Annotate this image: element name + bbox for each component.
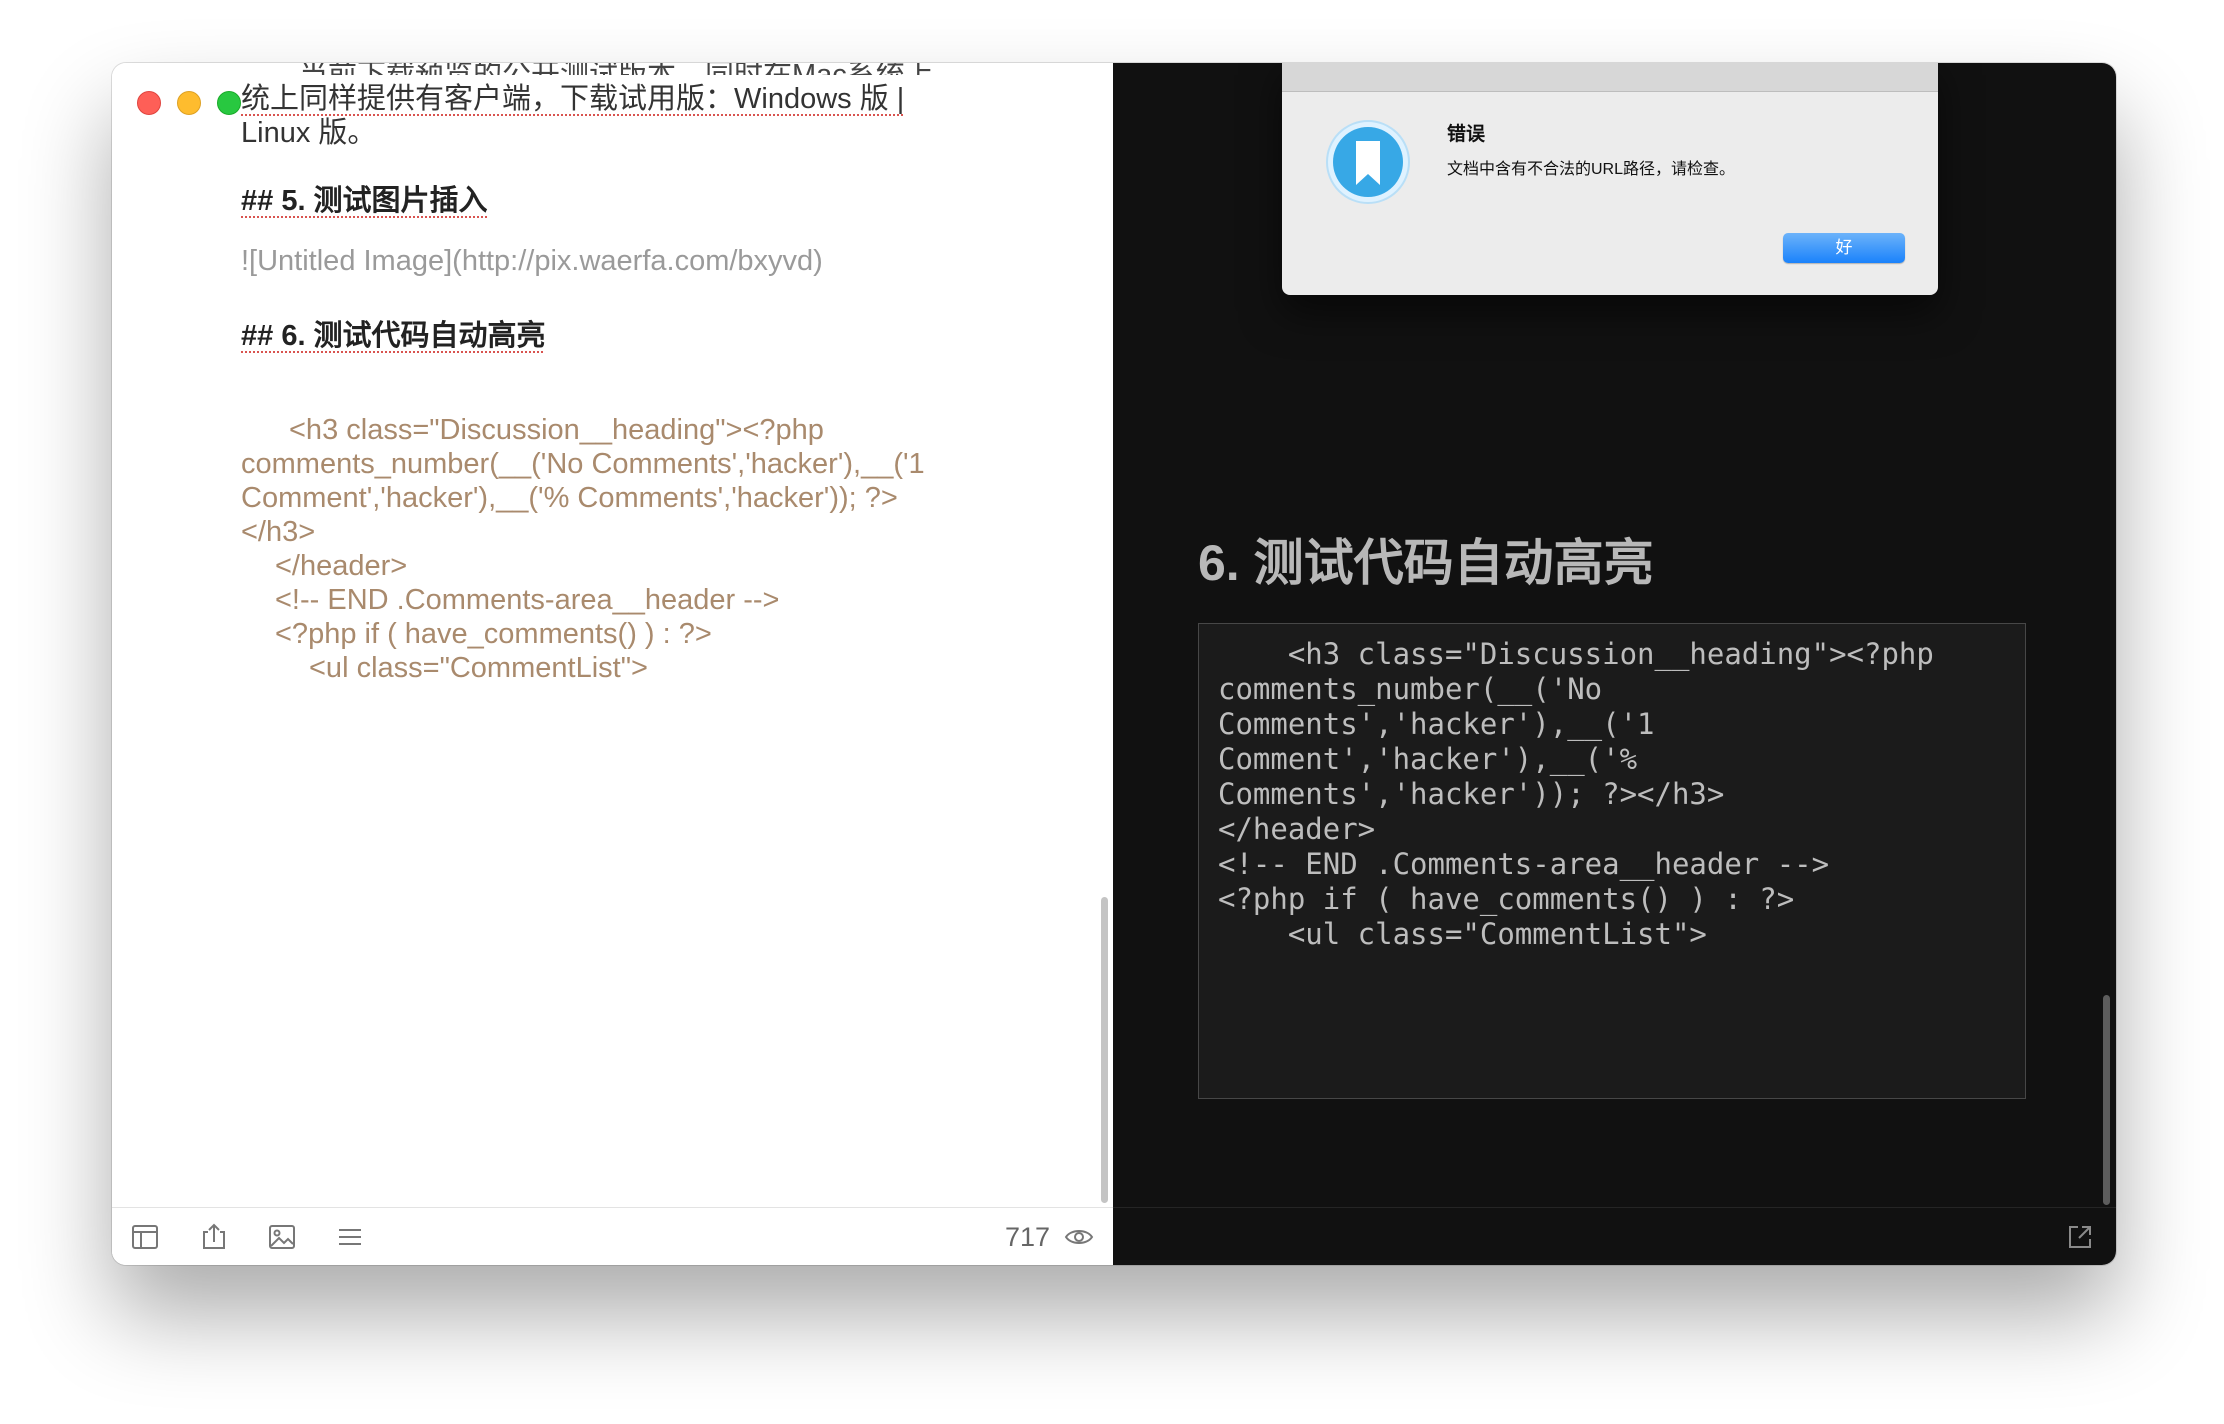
preview-toolbar (1113, 1207, 2116, 1265)
editor-code-line: </h3> (241, 516, 316, 548)
editor-heading-6: ## 6. 测试代码自动高亮 (241, 320, 546, 352)
editor-code-line: Comment','hacker'),__('% Comments','hack… (241, 482, 898, 514)
layout-icon[interactable] (129, 1221, 161, 1253)
bookmark-app-icon (1325, 119, 1411, 205)
app-window: ……当前下载预览的公开测试版本，同时在Mac系统上 统上同样提供有客户端，下载试… (112, 63, 2116, 1265)
dialog-title: 错误 (1447, 124, 1486, 145)
markdown-editor-pane[interactable]: ……当前下载预览的公开测试版本，同时在Mac系统上 统上同样提供有客户端，下载试… (112, 63, 1113, 1265)
open-external-icon[interactable] (2065, 1222, 2095, 1252)
editor-heading-5: ## 5. 测试图片插入 (241, 185, 488, 217)
eye-icon[interactable] (1063, 1221, 1095, 1253)
word-count: 717 (1005, 1222, 1051, 1252)
preview-code-line: <!-- END .Comments-area__header --> (1218, 847, 1830, 881)
editor-code-line: <?php if ( have_comments() ) : ?> (275, 618, 712, 650)
preview-code-line: Comment','hacker'),__('% (1218, 742, 1638, 776)
menu-icon[interactable] (334, 1221, 366, 1253)
window-minimize-button[interactable] (177, 91, 201, 115)
window-zoom-button[interactable] (217, 91, 241, 115)
preview-scrollbar[interactable] (2103, 995, 2110, 1205)
editor-code-line: <!-- END .Comments-area__header --> (275, 584, 780, 616)
editor-line: Linux 版。 (241, 117, 377, 149)
editor-code-line: <h3 class="Discussion__heading"><?php (289, 414, 824, 446)
image-icon[interactable] (266, 1221, 298, 1253)
editor-toolbar: 717 (112, 1207, 1113, 1265)
editor-code-line: comments_number(__('No Comments','hacker… (241, 448, 925, 480)
markdown-preview-pane[interactable]: 6. 测试代码自动高亮 <h3 class="Discussion__headi… (1113, 63, 2116, 1265)
preview-code-line: <?php if ( have_comments() ) : ?> (1218, 882, 1795, 916)
export-icon[interactable] (198, 1221, 230, 1253)
preview-code-line: Comments','hacker')); ?></h3> (1218, 777, 1725, 811)
editor-code-line: <ul class="CommentList"> (309, 652, 648, 684)
editor-code-line: </header> (275, 550, 408, 582)
preview-code-line: Comments','hacker'),__('1 (1218, 707, 1655, 741)
preview-heading: 6. 测试代码自动高亮 (1198, 535, 1654, 591)
preview-code-line: <h3 class="Discussion__heading"><?php (1218, 637, 1934, 671)
preview-code-line: </header> (1218, 812, 1376, 846)
preview-code-line: comments_number(__('No (1218, 672, 1603, 706)
dialog-message: 文档中含有不合法的URL路径，请检查。 (1447, 161, 1736, 178)
editor-image-markdown: ![Untitled Image](http://pix.waerfa.com/… (241, 245, 823, 277)
window-close-button[interactable] (137, 91, 161, 115)
editor-line-cutoff: ……当前下载预览的公开测试版本，同时在Mac系统上 (241, 63, 934, 75)
dialog-title-bar (1282, 63, 1938, 92)
preview-code-block: <h3 class="Discussion__heading"><?php co… (1198, 623, 2026, 1099)
editor-scrollbar[interactable] (1101, 897, 1108, 1203)
ok-button[interactable]: 好 (1783, 233, 1905, 263)
error-alert-dialog: 错误 文档中含有不合法的URL路径，请检查。 好 (1282, 63, 1938, 295)
preview-code-line: <ul class="CommentList"> (1218, 917, 1707, 951)
